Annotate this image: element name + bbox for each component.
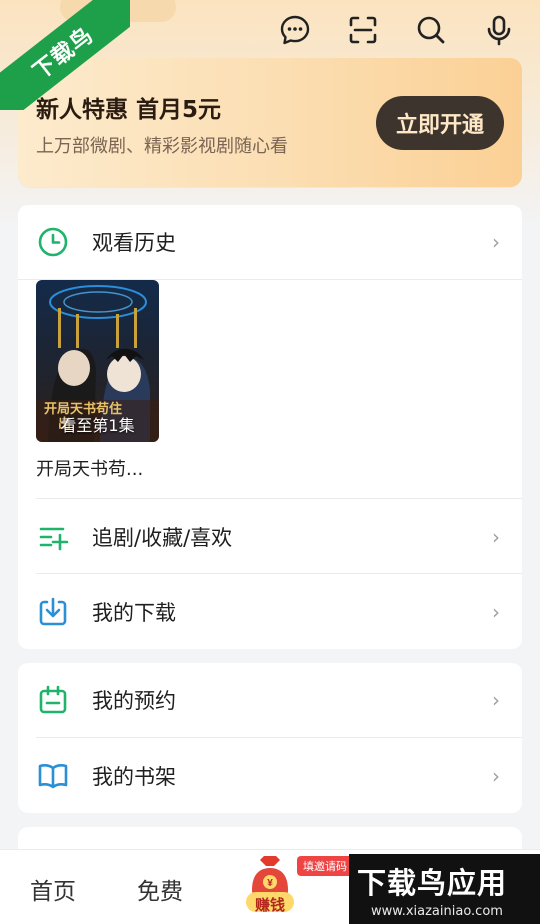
mic-icon[interactable] <box>480 10 518 50</box>
divider <box>36 573 522 574</box>
message-icon[interactable] <box>276 10 314 50</box>
tab-free[interactable]: 免费 <box>137 872 183 906</box>
watermark-brand-title: 下载鸟应用 <box>357 866 508 900</box>
menu-row-label: 我的下载 <box>92 601 176 625</box>
menu-row-bookshelf[interactable]: 我的书架 › <box>18 739 522 813</box>
menu-row-collections[interactable]: 追剧/收藏/喜欢 › <box>18 500 522 574</box>
chevron-right-icon: › <box>492 764 500 788</box>
menu-row-label: 我的预约 <box>92 689 176 713</box>
earn-label: 赚钱 <box>254 896 285 914</box>
watermark-ribbon-text: 下载鸟 <box>0 0 130 110</box>
history-item-title[interactable]: 开局天书苟... <box>36 455 143 481</box>
chevron-right-icon: › <box>492 525 500 549</box>
divider <box>36 737 522 738</box>
divider <box>36 498 522 499</box>
menu-row-label: 我的书架 <box>92 765 176 789</box>
menu-row-downloads[interactable]: 我的下载 › <box>18 575 522 649</box>
history-item-thumbnail[interactable]: 开局天书苟住 出 看至第1集 <box>36 280 159 442</box>
watermark-brand-url: www.xiazainiao.com <box>371 904 503 919</box>
calendar-icon <box>36 683 70 717</box>
invite-code-badge[interactable]: 填邀请码 <box>297 856 353 876</box>
reservation-bookshelf-card: 我的预约 › 我的书架 › <box>18 663 522 813</box>
list-add-icon <box>36 520 70 554</box>
scan-icon[interactable] <box>344 10 382 50</box>
promo-subtitle: 上万部微剧、精彩影视剧随心看 <box>36 136 288 157</box>
tab-home[interactable]: 首页 <box>30 872 76 906</box>
chevron-right-icon: › <box>492 230 500 254</box>
svg-text:¥: ¥ <box>267 878 273 889</box>
my-content-card: 观看历史 › 开局天书苟住 出 看至第1集 开局天书苟... 追剧/收藏/喜欢 … <box>18 205 522 649</box>
bottom-tab-bar: 首页 免费 ¥ 赚钱 填邀请码 下载鸟应用 www.xiazainiao.com <box>0 849 540 924</box>
search-icon[interactable] <box>412 10 450 50</box>
download-icon <box>36 595 70 629</box>
book-icon <box>36 759 70 793</box>
watermark-ribbon: 下载鸟 <box>0 0 130 110</box>
chevron-right-icon: › <box>492 600 500 624</box>
watch-history-row[interactable]: 观看历史 › <box>18 205 522 279</box>
chevron-right-icon: › <box>492 688 500 712</box>
watch-history-label: 观看历史 <box>92 231 176 255</box>
subscribe-now-button[interactable]: 立即开通 <box>376 96 504 150</box>
watermark-brand: 下载鸟应用 www.xiazainiao.com <box>349 854 540 924</box>
menu-row-label: 追剧/收藏/喜欢 <box>92 526 233 550</box>
tab-earn[interactable]: ¥ 赚钱 <box>238 852 302 916</box>
episode-progress-caption: 看至第1集 <box>60 416 135 435</box>
clock-icon <box>36 225 70 259</box>
header-toolbar <box>276 10 518 50</box>
menu-row-reservations[interactable]: 我的预约 › <box>18 663 522 737</box>
